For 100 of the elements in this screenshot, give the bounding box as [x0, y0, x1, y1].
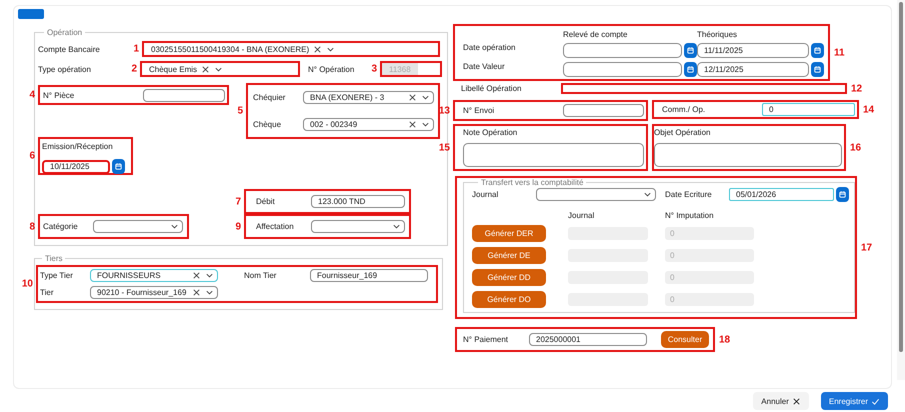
- close-icon: [792, 396, 801, 406]
- panel-title: Opération: [46, 28, 84, 37]
- date-field[interactable]: [563, 43, 682, 58]
- annotation-number: 3: [371, 64, 377, 74]
- annotation-number: 12: [851, 83, 862, 94]
- field-label: Journal: [472, 190, 500, 199]
- annotation-number: 14: [863, 104, 874, 115]
- chevron-down-icon[interactable]: [421, 120, 430, 129]
- annotation-number: 7: [235, 196, 241, 207]
- clear-icon[interactable]: [313, 44, 322, 54]
- field-label: Emission/Réception: [42, 142, 113, 151]
- generate-button[interactable]: Générer DD: [472, 269, 546, 286]
- field-label: N° Envoi: [463, 106, 496, 115]
- annotation-number: 5: [237, 106, 243, 116]
- field-label: Affectation: [256, 222, 295, 231]
- text-area[interactable]: [463, 143, 644, 167]
- annotation-number: 2: [131, 64, 137, 74]
- date-field[interactable]: 12/11/2025: [697, 62, 809, 77]
- column-header: Théoriques: [697, 30, 738, 39]
- input-field[interactable]: Fournisseur_169: [310, 269, 428, 282]
- check-icon: [871, 396, 880, 406]
- field-label: Compte Bancaire: [38, 44, 101, 54]
- date-field[interactable]: 11/11/2025: [697, 43, 809, 58]
- date-field[interactable]: [563, 62, 682, 77]
- calendar-button[interactable]: [684, 62, 697, 77]
- calendar-button[interactable]: [684, 43, 697, 58]
- calendar-icon: [114, 162, 123, 171]
- column-header: Journal: [568, 211, 596, 220]
- input-field[interactable]: [563, 104, 644, 117]
- panel-title: Transfert vers la comptabilité: [480, 178, 584, 187]
- select-field[interactable]: [93, 220, 183, 233]
- field-label: Chéquier: [253, 93, 286, 102]
- save-button[interactable]: Enregistrer: [820, 392, 888, 410]
- field-label: Tier: [40, 288, 54, 297]
- annotation-number: 11: [834, 47, 845, 58]
- field-label: Nom Tier: [244, 271, 278, 280]
- panel-title: Tiers: [44, 254, 64, 263]
- annotation-number: 9: [235, 221, 241, 232]
- date-field[interactable]: 10/11/2025: [42, 160, 110, 174]
- calendar-icon: [686, 65, 695, 74]
- select-field[interactable]: FOURNISSEURS: [90, 269, 218, 282]
- consult-button[interactable]: Consulter: [661, 331, 709, 348]
- calendar-icon: [838, 190, 847, 199]
- calendar-icon: [686, 46, 695, 55]
- input-field[interactable]: 2025000001: [529, 333, 647, 346]
- select-field[interactable]: 002 - 002349: [303, 118, 434, 131]
- chevron-down-icon[interactable]: [170, 222, 179, 231]
- annotation-number: 1: [133, 44, 139, 54]
- cancel-button[interactable]: Annuler: [753, 392, 809, 410]
- annotation-number: 8: [29, 221, 35, 232]
- select-field[interactable]: BNA (EXONERE) - 3: [303, 91, 434, 104]
- calendar-button[interactable]: [836, 187, 849, 202]
- calendar-icon: [813, 46, 822, 55]
- calendar-button[interactable]: [112, 159, 125, 174]
- field-label: Date Valeur: [463, 62, 506, 73]
- field-label: N° Opération: [308, 64, 356, 74]
- annotation-number: 17: [861, 242, 872, 253]
- column-header: N° Imputation: [665, 211, 715, 220]
- input-field[interactable]: [143, 88, 225, 102]
- field-label: Chèque: [253, 120, 282, 129]
- annotation-number: 18: [719, 334, 730, 345]
- annotation-number: 10: [22, 278, 33, 290]
- column-header: Relevé de compte: [563, 30, 628, 39]
- field-label: Objet Opération: [654, 128, 712, 137]
- text-area[interactable]: [654, 143, 842, 167]
- chevron-down-icon[interactable]: [643, 190, 652, 199]
- field-label: N° Pièce: [43, 90, 76, 100]
- scrollbar[interactable]: [897, 0, 905, 380]
- field-label: Comm./ Op.: [661, 105, 706, 114]
- calendar-button[interactable]: [811, 43, 824, 58]
- input-field[interactable]: 123.000 TND: [311, 195, 405, 208]
- field-label: Libellé Opération: [460, 84, 522, 93]
- field-label: Débit: [256, 197, 276, 206]
- field-label: Note Opération: [463, 128, 518, 137]
- clear-icon[interactable]: [192, 288, 201, 297]
- generate-button[interactable]: Générer DO: [472, 291, 546, 308]
- clear-icon[interactable]: [408, 93, 417, 102]
- field-label: Catégorie: [43, 222, 79, 231]
- annotation-number: 13: [438, 105, 450, 116]
- field-label: Type opération: [38, 64, 92, 74]
- clear-icon[interactable]: [201, 64, 210, 74]
- select-field[interactable]: [311, 220, 405, 233]
- select-field[interactable]: 90210 - Fournisseur_169: [90, 286, 218, 299]
- calendar-button[interactable]: [811, 62, 824, 77]
- chevron-down-icon[interactable]: [421, 93, 430, 102]
- select-field[interactable]: [536, 188, 656, 201]
- generate-button[interactable]: Générer DE: [472, 247, 546, 264]
- date-field[interactable]: 05/01/2026: [729, 188, 834, 201]
- annotation-number: 6: [29, 150, 35, 162]
- annotation-number: 15: [438, 142, 450, 153]
- input-field[interactable]: 0: [762, 103, 855, 116]
- generate-button[interactable]: Générer DER: [472, 225, 546, 242]
- clear-icon[interactable]: [408, 120, 417, 129]
- calendar-icon: [813, 65, 822, 74]
- field-label: Date opération: [463, 43, 516, 54]
- annotation-number: 4: [29, 90, 35, 100]
- field-label: Date Ecriture: [665, 190, 713, 199]
- chevron-down-icon[interactable]: [392, 222, 401, 231]
- clear-icon[interactable]: [192, 271, 201, 280]
- annotation-number: 16: [850, 142, 862, 153]
